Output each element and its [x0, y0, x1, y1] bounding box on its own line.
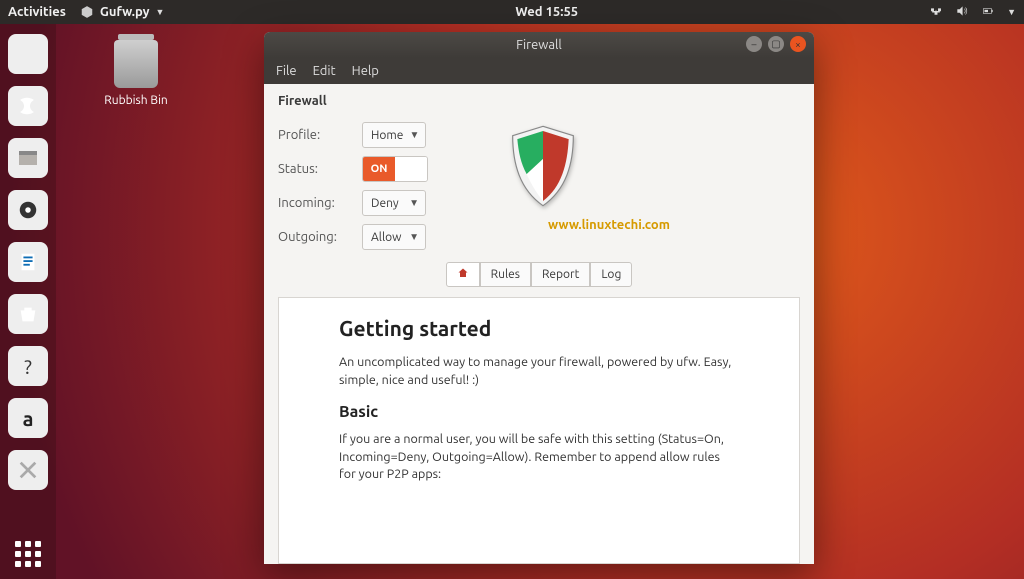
dock-gufw-icon[interactable]: [8, 450, 48, 490]
window-close-button[interactable]: ×: [790, 36, 806, 52]
shield-icon: [508, 124, 578, 208]
chevron-down-icon: ▼: [409, 197, 419, 209]
top-bar: Activities Gufw.py ▼ Wed 15:55 ▼: [0, 0, 1024, 24]
section-title: Firewall: [278, 94, 800, 108]
firewall-window: Firewall – ▢ × File Edit Help Firewall P…: [264, 32, 814, 564]
show-applications-icon[interactable]: [15, 541, 41, 567]
outgoing-label: Outgoing:: [278, 230, 362, 244]
dock-firefox-icon[interactable]: [8, 34, 48, 74]
tab-rules[interactable]: Rules: [480, 262, 531, 287]
trash-icon: [114, 40, 158, 88]
activities-button[interactable]: Activities: [8, 5, 66, 19]
tab-report[interactable]: Report: [531, 262, 590, 287]
profile-select[interactable]: Home▼: [362, 122, 426, 148]
content-basic: If you are a normal user, you will be sa…: [339, 431, 739, 484]
content-pane[interactable]: Getting started An uncomplicated way to …: [278, 297, 800, 564]
window-titlebar[interactable]: Firewall – ▢ ×: [264, 32, 814, 58]
launcher-dock: ? a: [0, 24, 56, 579]
dock-thunderbird-icon[interactable]: [8, 86, 48, 126]
dock-help-icon[interactable]: ?: [8, 346, 48, 386]
window-title: Firewall: [516, 38, 562, 52]
incoming-select[interactable]: Deny▼: [362, 190, 426, 216]
app-menu[interactable]: Gufw.py ▼: [80, 5, 165, 19]
status-on-label: ON: [363, 157, 395, 181]
dock-files-icon[interactable]: [8, 138, 48, 178]
dock-amazon-icon[interactable]: a: [8, 398, 48, 438]
menu-file[interactable]: File: [276, 64, 297, 78]
system-menu-chevron-icon[interactable]: ▼: [1007, 7, 1016, 17]
content-intro: An uncomplicated way to manage your fire…: [339, 354, 739, 389]
dock-writer-icon[interactable]: [8, 242, 48, 282]
watermark-text: www.linuxtechi.com: [548, 218, 670, 232]
chevron-down-icon: ▼: [409, 129, 419, 141]
network-icon[interactable]: [929, 4, 943, 21]
tab-home[interactable]: [446, 262, 480, 287]
menu-edit[interactable]: Edit: [313, 64, 336, 78]
home-icon: [457, 267, 469, 282]
status-toggle[interactable]: ON: [362, 156, 428, 182]
tab-log[interactable]: Log: [590, 262, 632, 287]
desktop-trash[interactable]: Rubbish Bin: [88, 40, 184, 107]
profile-label: Profile:: [278, 128, 362, 142]
desktop-trash-label: Rubbish Bin: [88, 94, 184, 107]
incoming-label: Incoming:: [278, 196, 362, 210]
content-heading: Getting started: [339, 316, 739, 340]
volume-icon[interactable]: [955, 4, 969, 21]
window-maximize-button[interactable]: ▢: [768, 36, 784, 52]
chevron-down-icon: ▼: [156, 7, 165, 17]
app-menu-label: Gufw.py: [100, 5, 150, 19]
menu-help[interactable]: Help: [352, 64, 379, 78]
outgoing-select[interactable]: Allow▼: [362, 224, 426, 250]
status-label: Status:: [278, 162, 362, 176]
battery-icon[interactable]: [981, 4, 995, 21]
dock-rhythmbox-icon[interactable]: [8, 190, 48, 230]
dock-software-icon[interactable]: [8, 294, 48, 334]
clock[interactable]: Wed 15:55: [164, 5, 929, 19]
window-minimize-button[interactable]: –: [746, 36, 762, 52]
app-menu-icon: [80, 5, 94, 19]
content-subheading: Basic: [339, 403, 739, 421]
chevron-down-icon: ▼: [409, 231, 419, 243]
window-menubar: File Edit Help: [264, 58, 814, 84]
tab-strip: Rules Report Log: [278, 262, 800, 287]
